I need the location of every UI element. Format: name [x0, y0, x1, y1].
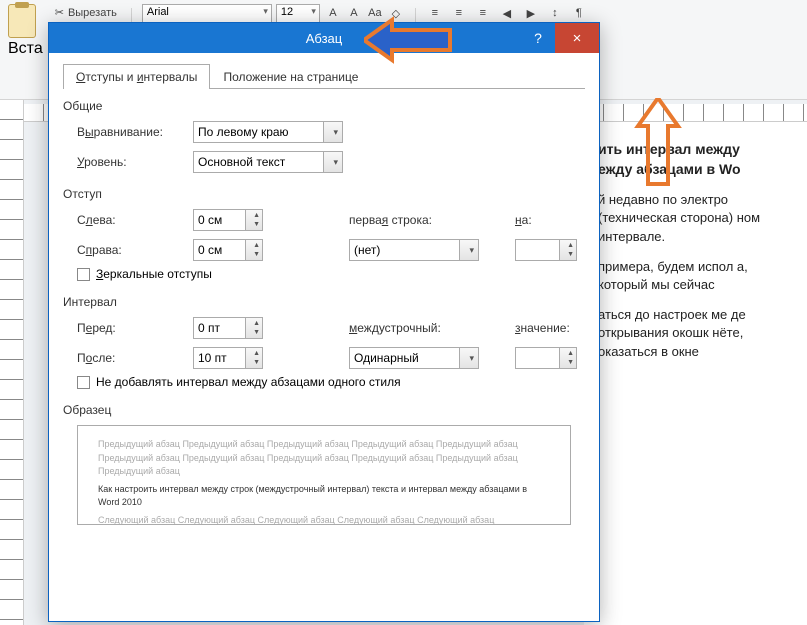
after-spinner[interactable]: 10 пт▲▼	[193, 347, 263, 369]
before-label: Перед:	[77, 321, 187, 335]
doc-paragraph: аться до настроек ме де открывания окошк…	[598, 306, 793, 361]
preview-box: Предыдущий абзац Предыдущий абзац Предыд…	[77, 425, 571, 525]
inc-indent-icon[interactable]: ▶	[522, 4, 540, 22]
general-label: Общие	[63, 99, 585, 113]
shrink-font-icon[interactable]: A	[345, 4, 363, 22]
left-label: Слева:	[77, 213, 187, 227]
mirror-checkbox[interactable]: Зеркальные отступы	[77, 267, 585, 281]
nospace-label: Не добавлять интервал между абзацами одн…	[96, 375, 401, 389]
sort-icon[interactable]: ↕	[546, 4, 564, 22]
annotation-arrow-up	[632, 98, 684, 188]
paragraph-dialog: Абзац ? × ООтступы и интервалытступы и и…	[48, 22, 600, 622]
nospace-checkbox[interactable]: Не добавлять интервал между абзацами одн…	[77, 375, 585, 389]
preview-prev: Предыдущий абзац Предыдущий абзац Предыд…	[98, 438, 550, 479]
doc-title: ить интервал между ежду абзацами в Wo	[598, 140, 793, 179]
vertical-ruler[interactable]	[0, 100, 24, 625]
general-group: Общие Выравнивание: По левому краю Урове…	[63, 99, 585, 173]
preview-next: Следующий абзац Следующий абзац Следующи…	[98, 514, 550, 526]
alignment-label: Выравнивание:	[77, 125, 187, 139]
mirror-label: Зеркальные отступы	[96, 267, 212, 281]
preview-label: Образец	[63, 403, 585, 417]
indent-group: Отступ Слева: 0 см▲▼ первая строка: на: …	[63, 187, 585, 281]
level-label: Уровень:	[77, 155, 187, 169]
firstline-combo[interactable]: (нет)	[349, 239, 479, 261]
dec-indent-icon[interactable]: ◀	[498, 4, 516, 22]
dialog-title: Абзац	[306, 31, 342, 46]
doc-paragraph: й недавно по электро (техническая сторон…	[598, 191, 793, 246]
dialog-tabs: ООтступы и интервалытступы и интервалы П…	[63, 63, 585, 89]
annotation-arrow-left	[364, 14, 454, 66]
dialog-titlebar[interactable]: Абзац ? ×	[49, 23, 599, 53]
right-label: Справа:	[77, 243, 187, 257]
close-button[interactable]: ×	[555, 23, 599, 53]
by-label: на:	[515, 213, 595, 227]
indent-label: Отступ	[63, 187, 585, 201]
spacing-group: Интервал Перед: 0 пт▲▼ междустрочный: зн…	[63, 295, 585, 389]
level-combo[interactable]: Основной текст	[193, 151, 343, 173]
paste-label: Вста	[8, 40, 43, 58]
after-label: После:	[77, 351, 187, 365]
help-button[interactable]: ?	[523, 23, 553, 53]
at-spinner[interactable]: ▲▼	[515, 347, 577, 369]
before-spinner[interactable]: 0 пт▲▼	[193, 317, 263, 339]
multilevel-icon[interactable]: ≡	[474, 4, 492, 22]
right-spinner[interactable]: 0 см▲▼	[193, 239, 263, 261]
by-spinner[interactable]: ▲▼	[515, 239, 577, 261]
doc-paragraph: примера, будем испол а, который мы сейча…	[598, 258, 793, 294]
cut-button[interactable]: ✂ Вырезать	[51, 4, 121, 21]
clipboard-group: Вста	[8, 4, 43, 95]
font-size-combo[interactable]: 12	[276, 4, 320, 24]
pilcrow-icon[interactable]: ¶	[570, 4, 588, 22]
tab-indents[interactable]: ООтступы и интервалытступы и интервалы	[63, 64, 210, 89]
checkbox-icon	[77, 268, 90, 281]
font-name-combo[interactable]: Arial	[142, 4, 272, 24]
checkbox-icon	[77, 376, 90, 389]
paste-icon[interactable]	[8, 4, 36, 38]
spacing-label: Интервал	[63, 295, 585, 309]
grow-font-icon[interactable]: A	[324, 4, 342, 22]
preview-group: Образец Предыдущий абзац Предыдущий абза…	[63, 403, 585, 525]
at-label: значение:	[515, 321, 595, 335]
line-combo[interactable]: Одинарный	[349, 347, 479, 369]
firstline-label: первая строка:	[349, 213, 509, 227]
alignment-combo[interactable]: По левому краю	[193, 121, 343, 143]
left-spinner[interactable]: 0 см▲▼	[193, 209, 263, 231]
line-label: междустрочный:	[349, 321, 509, 335]
document[interactable]: ить интервал между ежду абзацами в Wo й …	[584, 120, 807, 625]
preview-sample: Как настроить интервал между строк (межд…	[98, 483, 550, 510]
tab-position[interactable]: Положение на странице	[210, 64, 371, 89]
scissors-icon: ✂	[55, 6, 64, 19]
dialog-body: ООтступы и интервалытступы и интервалы П…	[49, 53, 599, 549]
cut-label: Вырезать	[68, 7, 117, 19]
